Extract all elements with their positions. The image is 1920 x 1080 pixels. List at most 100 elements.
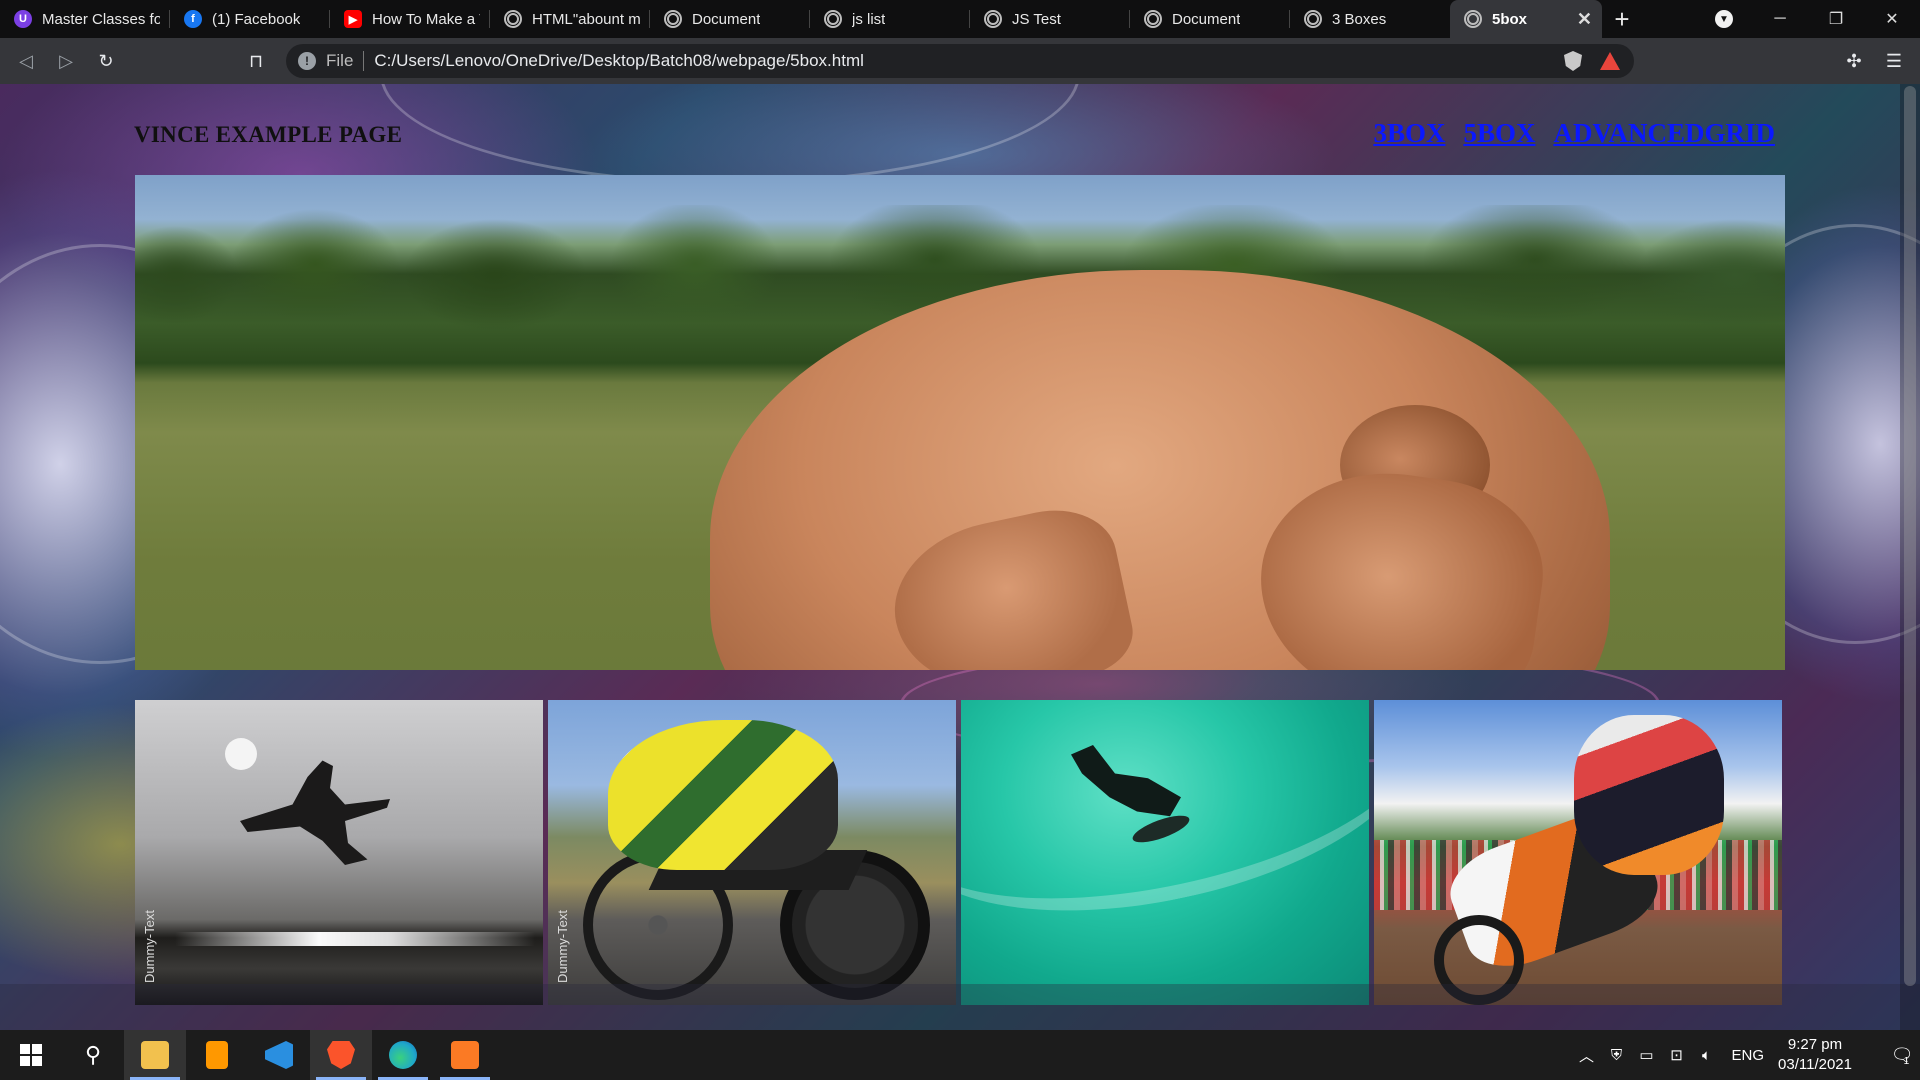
notification-icon: 🗨︎ [1890, 1044, 1914, 1065]
start-button[interactable] [0, 1030, 62, 1080]
page-footer-strip [0, 984, 1920, 1030]
windows-logo-icon [20, 1044, 42, 1066]
chevron-down-icon: ▼ [1715, 10, 1733, 28]
network-icon[interactable]: ⊡ [1662, 1046, 1692, 1064]
new-tab-button[interactable]: + [1602, 0, 1642, 38]
globe-icon [1144, 10, 1162, 28]
forward-button[interactable]: ▷ [46, 41, 86, 81]
nav-link-advancedgrid[interactable]: ADVANCEDGRID [1553, 118, 1775, 149]
globe-icon [664, 10, 682, 28]
card-caption: Dummy-Text [555, 910, 570, 983]
tab-js-test[interactable]: JS Test [970, 0, 1130, 38]
close-tab-icon[interactable]: ✕ [1567, 9, 1592, 30]
tab-title: JS Test [1012, 10, 1061, 28]
taskbar-xampp[interactable] [434, 1030, 496, 1080]
globe-icon [1464, 10, 1482, 28]
tab-search-button[interactable]: ▼ [1696, 0, 1752, 38]
url-divider [363, 51, 365, 71]
tab-youtube[interactable]: ▶ How To Make a V [330, 0, 490, 38]
tab-strip: U Master Classes fo f (1) Facebook ▶ How… [0, 0, 1920, 38]
search-icon: ⚲ [84, 1042, 102, 1067]
sun-shape [225, 738, 257, 770]
extensions-puzzle-icon[interactable]: ✣ [1834, 41, 1874, 81]
image-gallery: Dummy-Text Dummy-Text [135, 700, 1782, 1005]
clock-date: 03/11/2021 [1778, 1056, 1852, 1073]
vscode-icon [265, 1041, 293, 1069]
volume-icon[interactable]: 🔈︎ [1692, 1047, 1722, 1064]
url-text: C:/Users/Lenovo/OneDrive/Desktop/Batch08… [374, 51, 864, 70]
tab-title: HTML"abount me [532, 10, 640, 28]
taskbar-vscode[interactable] [248, 1030, 310, 1080]
page-scrollbar[interactable] [1900, 84, 1920, 1030]
globe-icon [1304, 10, 1322, 28]
tab-master-classes[interactable]: U Master Classes fo [0, 0, 170, 38]
tab-facebook[interactable]: f (1) Facebook [170, 0, 330, 38]
brave-shield-icon[interactable] [1564, 51, 1582, 71]
brave-icon [327, 1041, 355, 1069]
cyclist-figure [608, 720, 838, 870]
address-bar[interactable]: ! File C:/Users/Lenovo/OneDrive/Desktop/… [286, 44, 1634, 78]
notification-center-button[interactable]: 🗨︎ 1 [1880, 1030, 1920, 1080]
background-swirl [380, 84, 1080, 184]
xampp-icon [451, 1041, 479, 1069]
window-controls: ▼ ─ ❐ ✕ [1696, 0, 1920, 38]
menu-icon[interactable]: ☰ [1874, 41, 1914, 81]
tab-title: 5box [1492, 10, 1528, 28]
toolbar-right: ✣ ☰ [1834, 38, 1920, 84]
info-icon[interactable]: ! [298, 52, 316, 70]
restore-button[interactable]: ❐ [1808, 0, 1864, 38]
gallery-card-bodyboarder [961, 700, 1369, 1005]
search-button[interactable]: ⚲ [62, 1030, 124, 1080]
purple-u-icon: U [14, 10, 32, 28]
tab-5box-active[interactable]: 5box ✕ [1450, 0, 1602, 38]
tab-title: How To Make a V [372, 10, 480, 28]
windows-taskbar: ⚲ ︿ ⛨ ▭ ⊡ 🔈︎ ENG 9:27 pm 03/11/2021 🗨︎ 1 [0, 1030, 1920, 1080]
tab-3-boxes[interactable]: 3 Boxes [1290, 0, 1450, 38]
language-indicator[interactable]: ENG [1732, 1047, 1765, 1064]
file-explorer-icon [141, 1041, 169, 1069]
taskbar-file-explorer[interactable] [124, 1030, 186, 1080]
youtube-icon: ▶ [344, 10, 362, 28]
motocross-rider [1574, 715, 1724, 875]
tab-html-about-me[interactable]: HTML"abount me [490, 0, 650, 38]
card-caption: Dummy-Text [142, 910, 157, 983]
page-viewport: VINCE EXAMPLE PAGE 3BOX 5BOX ADVANCEDGRI… [0, 84, 1920, 1030]
nav-link-3box[interactable]: 3BOX [1373, 118, 1445, 149]
gallery-card-motocross [1374, 700, 1782, 1005]
browser-toolbar: ◁ ▷ ↻ ⊓ ! File C:/Users/Lenovo/OneDrive/… [0, 38, 1920, 84]
security-shield-icon[interactable]: ⛨ [1602, 1047, 1632, 1064]
tab-title: (1) Facebook [212, 10, 301, 28]
nav-link-5box[interactable]: 5BOX [1463, 118, 1535, 149]
tab-title: Document [692, 10, 761, 28]
tab-js-list[interactable]: js list [810, 0, 970, 38]
minimize-button[interactable]: ─ [1752, 0, 1808, 38]
bookmark-button[interactable]: ⊓ [236, 41, 276, 81]
top-nav: 3BOX 5BOX ADVANCEDGRID [1373, 118, 1775, 149]
sublime-text-icon [206, 1041, 228, 1069]
facebook-icon: f [184, 10, 202, 28]
battery-icon[interactable]: ▭ [1632, 1046, 1662, 1064]
notification-count: 1 [1903, 1055, 1910, 1067]
chevron-up-icon[interactable]: ︿ [1572, 1045, 1602, 1066]
clock-time: 9:27 pm [1787, 1036, 1843, 1053]
tab-document[interactable]: Document [650, 0, 810, 38]
gallery-card-jump-kick: Dummy-Text [135, 700, 543, 1005]
taskbar-brave[interactable] [310, 1030, 372, 1080]
jumping-figure-silhouette [240, 760, 390, 865]
clock[interactable]: 9:27 pm 03/11/2021 [1778, 1035, 1852, 1075]
tab-title: js list [852, 10, 886, 28]
reload-button[interactable]: ↻ [86, 41, 126, 81]
taskbar-sublime-text[interactable] [186, 1030, 248, 1080]
close-window-button[interactable]: ✕ [1864, 0, 1920, 38]
edge-icon [389, 1041, 417, 1069]
tab-title: Document [1172, 10, 1241, 28]
tab-document-2[interactable]: Document [1130, 0, 1290, 38]
taskbar-edge[interactable] [372, 1030, 434, 1080]
back-button[interactable]: ◁ [6, 41, 46, 81]
water-reflection [175, 932, 535, 946]
tab-title: Master Classes fo [42, 10, 160, 28]
globe-icon [824, 10, 842, 28]
scrollbar-thumb[interactable] [1904, 86, 1916, 986]
brave-rewards-icon[interactable] [1600, 52, 1620, 70]
globe-icon [984, 10, 1002, 28]
